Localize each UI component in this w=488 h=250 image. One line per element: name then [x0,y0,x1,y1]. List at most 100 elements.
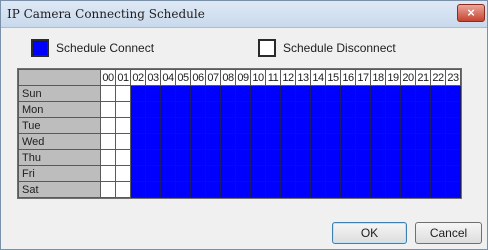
schedule-cell[interactable] [385,181,401,198]
ok-button[interactable]: OK [332,222,407,244]
schedule-cell[interactable] [115,149,131,166]
schedule-cell[interactable] [235,117,251,134]
schedule-cell[interactable] [430,133,446,150]
schedule-cell[interactable] [310,149,326,166]
schedule-cell[interactable] [445,181,461,198]
schedule-cell[interactable] [340,85,356,102]
schedule-cell[interactable] [280,181,296,198]
schedule-cell[interactable] [160,117,176,134]
day-label[interactable]: Mon [18,101,101,118]
schedule-cell[interactable] [265,101,281,118]
schedule-cell[interactable] [325,181,341,198]
schedule-cell[interactable] [340,149,356,166]
schedule-cell[interactable] [100,133,116,150]
schedule-cell[interactable] [130,101,146,118]
schedule-cell[interactable] [100,165,116,182]
hour-header[interactable]: 16 [340,69,356,86]
schedule-cell[interactable] [400,101,416,118]
schedule-cell[interactable] [355,149,371,166]
schedule-cell[interactable] [145,149,161,166]
schedule-cell[interactable] [175,117,191,134]
schedule-cell[interactable] [205,181,221,198]
schedule-cell[interactable] [340,133,356,150]
schedule-cell[interactable] [445,165,461,182]
schedule-cell[interactable] [205,133,221,150]
schedule-cell[interactable] [385,117,401,134]
schedule-cell[interactable] [400,149,416,166]
schedule-cell[interactable] [100,85,116,102]
hour-header[interactable]: 00 [100,69,116,86]
schedule-cell[interactable] [370,117,386,134]
schedule-cell[interactable] [265,181,281,198]
schedule-cell[interactable] [295,117,311,134]
day-label[interactable]: Sun [18,85,101,102]
schedule-cell[interactable] [445,117,461,134]
schedule-cell[interactable] [295,101,311,118]
schedule-cell[interactable] [385,85,401,102]
day-label[interactable]: Thu [18,149,101,166]
schedule-cell[interactable] [265,149,281,166]
schedule-cell[interactable] [145,101,161,118]
schedule-cell[interactable] [130,181,146,198]
schedule-cell[interactable] [100,117,116,134]
schedule-cell[interactable] [430,101,446,118]
hour-header[interactable]: 07 [205,69,221,86]
schedule-cell[interactable] [115,101,131,118]
schedule-cell[interactable] [175,165,191,182]
schedule-cell[interactable] [415,117,431,134]
schedule-cell[interactable] [205,101,221,118]
schedule-cell[interactable] [115,165,131,182]
hour-header[interactable]: 17 [355,69,371,86]
schedule-cell[interactable] [370,165,386,182]
schedule-cell[interactable] [355,133,371,150]
schedule-cell[interactable] [100,181,116,198]
schedule-cell[interactable] [220,165,236,182]
schedule-cell[interactable] [325,101,341,118]
schedule-cell[interactable] [250,101,266,118]
schedule-cell[interactable] [190,181,206,198]
schedule-cell[interactable] [400,181,416,198]
hour-header[interactable]: 05 [175,69,191,86]
hour-header[interactable]: 22 [430,69,446,86]
schedule-cell[interactable] [190,101,206,118]
schedule-cell[interactable] [370,101,386,118]
schedule-cell[interactable] [325,117,341,134]
day-label[interactable]: Wed [18,133,101,150]
schedule-cell[interactable] [400,117,416,134]
hour-header[interactable]: 20 [400,69,416,86]
schedule-cell[interactable] [415,101,431,118]
schedule-cell[interactable] [175,85,191,102]
schedule-cell[interactable] [190,117,206,134]
schedule-cell[interactable] [310,133,326,150]
schedule-cell[interactable] [400,85,416,102]
hour-header[interactable]: 02 [130,69,146,86]
schedule-cell[interactable] [310,181,326,198]
schedule-cell[interactable] [190,149,206,166]
schedule-cell[interactable] [130,117,146,134]
hour-header[interactable]: 01 [115,69,131,86]
schedule-cell[interactable] [370,133,386,150]
schedule-connect-swatch[interactable] [31,39,49,57]
schedule-cell[interactable] [100,101,116,118]
schedule-cell[interactable] [280,117,296,134]
schedule-cell[interactable] [355,181,371,198]
schedule-cell[interactable] [295,85,311,102]
schedule-cell[interactable] [280,85,296,102]
hour-header[interactable]: 08 [220,69,236,86]
schedule-cell[interactable] [325,149,341,166]
schedule-cell[interactable] [280,165,296,182]
schedule-cell[interactable] [250,117,266,134]
schedule-cell[interactable] [220,149,236,166]
schedule-cell[interactable] [235,133,251,150]
schedule-cell[interactable] [370,85,386,102]
schedule-cell[interactable] [355,165,371,182]
schedule-cell[interactable] [445,133,461,150]
schedule-cell[interactable] [280,133,296,150]
schedule-cell[interactable] [385,133,401,150]
schedule-cell[interactable] [355,85,371,102]
schedule-cell[interactable] [415,165,431,182]
schedule-cell[interactable] [310,101,326,118]
schedule-cell[interactable] [235,165,251,182]
schedule-cell[interactable] [310,85,326,102]
schedule-cell[interactable] [325,165,341,182]
